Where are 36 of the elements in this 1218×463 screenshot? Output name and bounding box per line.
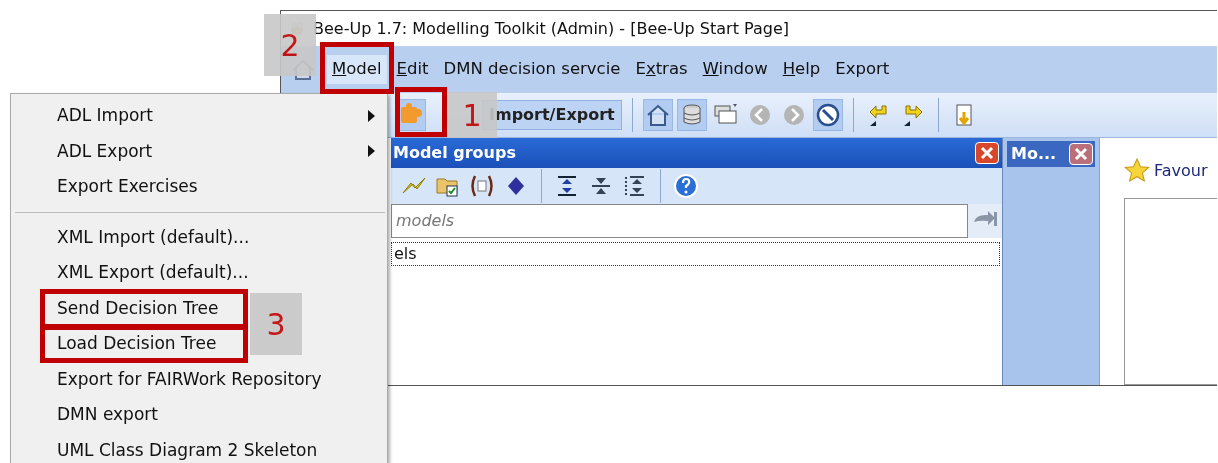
menu-item[interactable]: Model (327, 55, 387, 84)
search-field[interactable]: models (391, 204, 968, 238)
menu-item[interactable]: Window (697, 55, 773, 84)
menu-item[interactable]: ADL Export (57, 138, 153, 164)
menu-item[interactable]: Load Decision Tree (57, 331, 217, 357)
menu-item[interactable]: Send Decision Tree (57, 295, 219, 321)
star-icon (1124, 158, 1150, 184)
step-number: 2 (264, 14, 316, 76)
close-button[interactable] (975, 142, 999, 164)
home-icon[interactable] (642, 99, 673, 131)
menu-item[interactable]: UML Class Diagram 2 Skeleton (57, 437, 318, 463)
menu-item[interactable]: Export Exercises (57, 174, 198, 200)
menu-item[interactable]: XML Import (default)... (57, 224, 250, 250)
menu-item[interactable]: DMN export (57, 402, 158, 428)
panel-title: Mo... (1011, 143, 1057, 165)
menu-item[interactable]: Export for FAIRWork Repository (57, 366, 322, 392)
tree-item[interactable]: els (391, 242, 1000, 266)
menu-item[interactable]: DMN decision servcie (438, 55, 626, 84)
panel-title: Model groups (393, 142, 516, 164)
menu-item[interactable]: Extras (630, 55, 693, 84)
menu-item[interactable]: ADL Import (57, 103, 153, 129)
menu-item[interactable]: XML Export (default)... (57, 260, 249, 286)
step-number: 3 (250, 293, 302, 355)
submenu-arrow-icon (368, 145, 375, 158)
favourites-link[interactable]: Favour (1154, 159, 1208, 183)
menu-item[interactable]: Edit (391, 55, 434, 84)
close-icon (1074, 147, 1088, 161)
window-title: Bee-Up 1.7: Modelling Toolkit (Admin) - [Bee-Up Start Page] (313, 17, 789, 40)
close-button[interactable] (1069, 143, 1093, 165)
panel-tab[interactable]: Mo... (1007, 141, 1095, 167)
database-icon[interactable] (676, 99, 707, 131)
menu-item[interactable]: Help (777, 55, 826, 84)
submenu-arrow-icon (368, 109, 375, 122)
menu-item[interactable]: Export (830, 55, 895, 84)
highlight-frame (395, 87, 447, 137)
close-icon (980, 146, 994, 160)
